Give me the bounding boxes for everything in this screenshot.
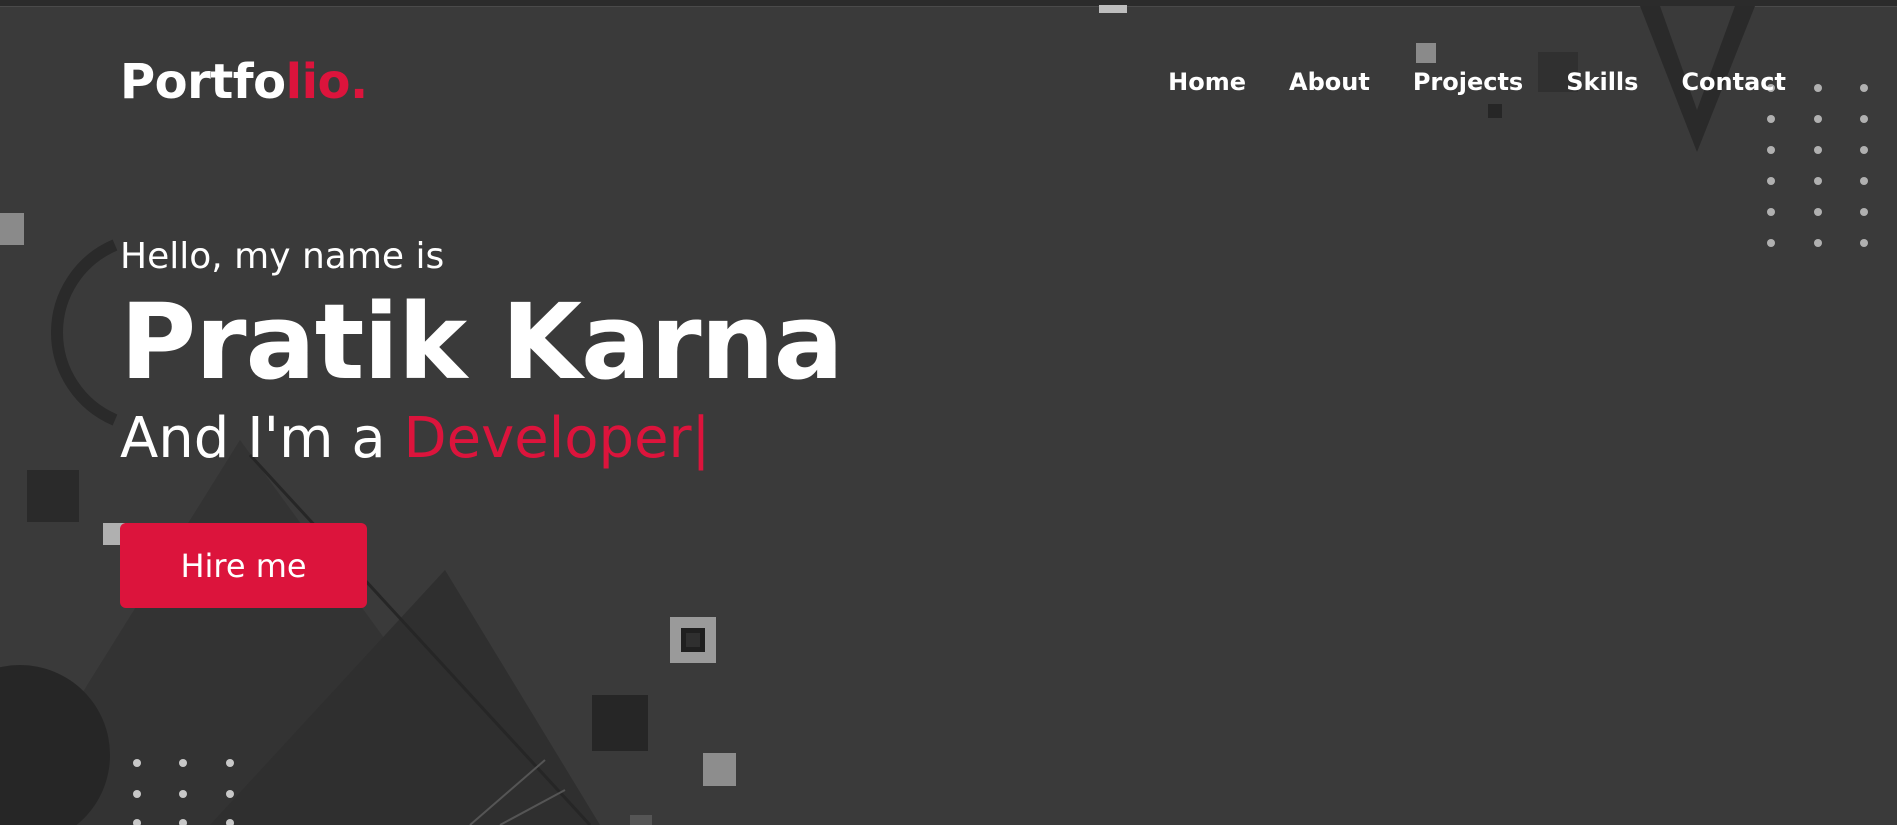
brand-logo[interactable]: Portfolio. [120, 52, 368, 112]
bg-square [0, 213, 24, 245]
hire-me-button[interactable]: Hire me [120, 523, 367, 608]
nav-skills[interactable]: Skills [1566, 64, 1638, 100]
bg-square [1416, 43, 1436, 63]
nav-about[interactable]: About [1289, 64, 1370, 100]
bg-square [1488, 104, 1502, 118]
bg-square [630, 815, 652, 825]
bg-arc [51, 239, 118, 426]
bg-square [703, 753, 736, 786]
bg-square [27, 470, 79, 522]
bg-square [1099, 5, 1127, 13]
hero-role: And I'm a Developer| [120, 402, 843, 476]
nav-contact[interactable]: Contact [1681, 64, 1786, 100]
hero-role-prefix: And I'm a [120, 406, 404, 471]
hero-greeting: Hello, my name is [120, 236, 445, 277]
nav-home[interactable]: Home [1168, 64, 1246, 100]
hero-role-typed: Developer| [403, 406, 711, 471]
main-nav: Home About Projects Skills Contact [1125, 64, 1786, 100]
dot-grid [1767, 84, 1868, 247]
bg-square [686, 633, 700, 647]
bg-square [592, 695, 648, 751]
nav-projects[interactable]: Projects [1413, 64, 1523, 100]
brand-text: Portfo [120, 54, 286, 110]
hero-name: Pratik Karna [120, 281, 844, 403]
hero-section: Hello, my name is Pratik Karna And I'm a… [120, 232, 844, 476]
brand-accent: lio. [285, 54, 369, 110]
